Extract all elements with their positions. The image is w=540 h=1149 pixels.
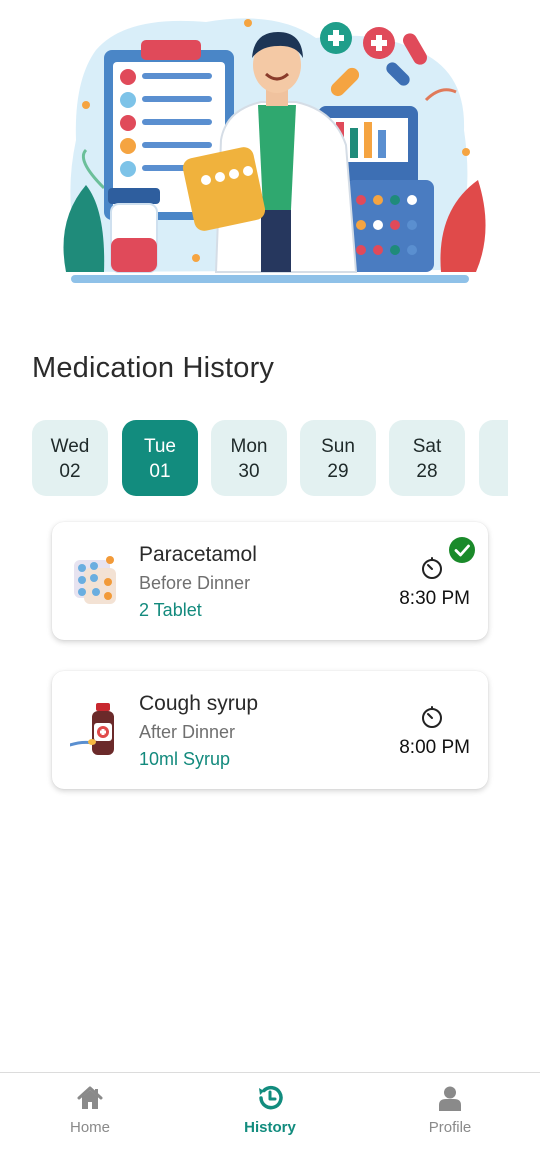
date-weekday: Mon (230, 436, 268, 457)
medication-name: Paracetamol (139, 543, 257, 566)
date-day: 30 (238, 461, 260, 482)
nav-history[interactable]: History (210, 1073, 330, 1149)
date-chip-fri[interactable]: F 2 (479, 420, 508, 496)
date-weekday: Sat (412, 436, 442, 457)
nav-home-label: Home (69, 1119, 110, 1136)
doctor-illustration (63, 18, 486, 283)
history-icon (259, 1085, 283, 1110)
taken-check-icon (449, 537, 475, 563)
date-day: 02 (59, 461, 81, 482)
home-icon (77, 1086, 103, 1109)
timer-icon (422, 557, 442, 579)
nav-home[interactable]: Home (30, 1073, 150, 1149)
date-day: 28 (416, 461, 438, 482)
date-weekday: Sun (321, 436, 355, 457)
medication-card-paracetamol[interactable]: Paracetamol Before Dinner 2 Tablet 8:30 … (52, 522, 488, 640)
date-chip-mon[interactable]: Mon 30 (211, 420, 287, 496)
pill-blister-icon (74, 556, 116, 604)
date-weekday: Wed (50, 436, 90, 457)
medication-time: 8:30 PM (399, 588, 470, 609)
date-selector[interactable]: Wed 02 Tue 01 Mon 30 Sun 29 Sat 28 F 2 (32, 420, 508, 498)
nav-profile[interactable]: Profile (390, 1073, 510, 1149)
medication-card-cough-syrup[interactable]: Cough syrup After Dinner 10ml Syrup 8:00… (52, 671, 488, 789)
medication-dose: 2 Tablet (139, 600, 202, 620)
date-day: 29 (327, 461, 349, 482)
timer-icon (422, 706, 442, 728)
medication-dose: 10ml Syrup (139, 749, 231, 769)
page-title: Medication History (32, 352, 275, 384)
date-chip-sat[interactable]: Sat 28 (389, 420, 465, 496)
nav-profile-label: Profile (428, 1119, 472, 1136)
medication-timing: Before Dinner (139, 573, 251, 593)
syrup-bottle-icon (70, 703, 114, 755)
date-day: 01 (149, 461, 171, 482)
date-weekday: Tue (143, 436, 177, 457)
profile-icon (439, 1086, 461, 1111)
date-chip-sun[interactable]: Sun 29 (300, 420, 376, 496)
medication-time: 8:00 PM (399, 737, 470, 758)
date-weekday: F (479, 436, 508, 458)
date-chip-tue[interactable]: Tue 01 (122, 420, 198, 496)
date-chip-wed[interactable]: Wed 02 (32, 420, 108, 496)
medication-timing: After Dinner (139, 722, 236, 742)
bottom-navigation: Home History Profile (0, 1072, 540, 1149)
nav-history-label: History (244, 1119, 296, 1136)
medication-name: Cough syrup (139, 692, 259, 715)
date-day: 2 (479, 459, 508, 485)
